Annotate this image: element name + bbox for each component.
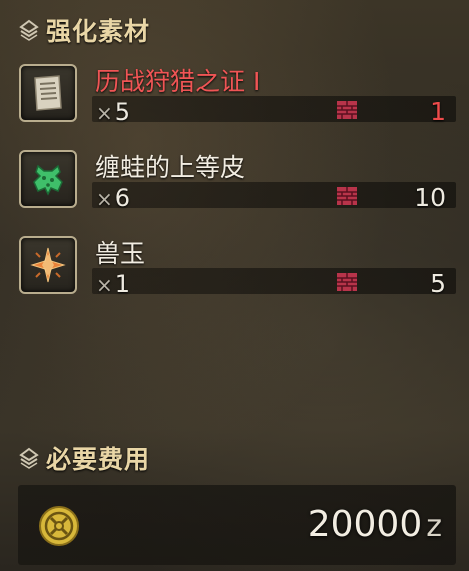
quantity-bar <box>92 268 456 294</box>
diamond-stack-icon <box>18 19 40 41</box>
cost-amount: 20000 z <box>307 504 442 545</box>
item-box-icon <box>336 272 358 292</box>
item-box-icon <box>336 186 358 206</box>
star-gem-icon <box>19 236 77 294</box>
required-quantity: ×5 <box>96 98 131 126</box>
scroll-icon <box>19 64 77 122</box>
cost-panel: 20000 z <box>18 485 456 565</box>
frog-hide-icon <box>19 150 77 208</box>
cost-section-header: 必要费用 <box>18 440 150 476</box>
material-name: 缠蛙的上等皮 <box>95 153 246 182</box>
materials-section-header: 强化素材 <box>18 12 150 48</box>
material-name: 历战狩猎之证 I <box>95 67 261 96</box>
required-quantity: ×6 <box>96 184 131 212</box>
material-row[interactable]: 历战狩猎之证 I ×5 1 <box>16 60 456 135</box>
materials-section-title: 强化素材 <box>46 17 151 46</box>
owned-quantity: 1 <box>430 97 446 126</box>
material-row[interactable]: 兽玉 ×1 5 <box>16 232 456 307</box>
owned-quantity: 5 <box>430 269 446 298</box>
quantity-bar <box>92 182 456 208</box>
material-row[interactable]: 缠蛙的上等皮 ×6 10 <box>16 146 456 221</box>
quantity-bar <box>92 96 456 122</box>
diamond-stack-icon <box>18 447 40 469</box>
zenny-coin-icon <box>38 505 80 547</box>
cost-section-title: 必要费用 <box>46 445 151 474</box>
item-box-icon <box>336 100 358 120</box>
owned-quantity: 10 <box>414 183 446 212</box>
material-name: 兽玉 <box>95 239 146 268</box>
required-quantity: ×1 <box>96 270 131 298</box>
